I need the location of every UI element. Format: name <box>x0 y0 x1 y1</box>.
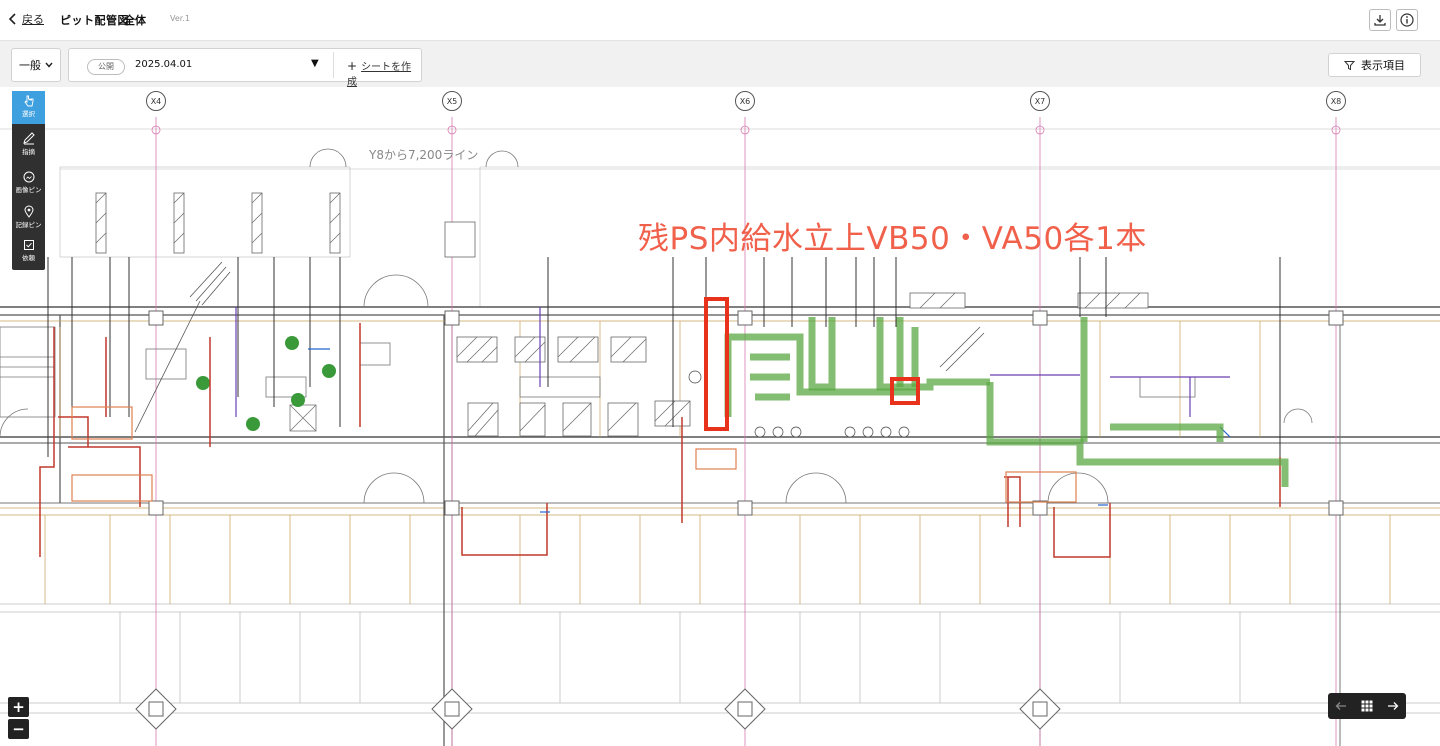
arrow-left-icon <box>1335 702 1346 710</box>
previous-sheet-button[interactable] <box>1328 693 1354 719</box>
download-button[interactable] <box>1369 9 1391 31</box>
sheet-selector[interactable]: 公開 2025.04.01 ▼ + シートを作成 <box>68 48 422 88</box>
sheet-dropdown-arrow-icon[interactable]: ▼ <box>311 58 319 69</box>
column-label-x6: X6 <box>735 91 755 111</box>
back-link[interactable]: 戻る <box>8 11 44 27</box>
info-button[interactable] <box>1396 9 1418 31</box>
tool-select[interactable]: 選択 <box>12 91 45 124</box>
category-label: 一般 <box>19 59 41 72</box>
tool-image-pin[interactable]: 画像ピン <box>12 167 45 200</box>
tool-request-label: 依頼 <box>22 254 35 262</box>
chevron-left-icon <box>8 13 16 25</box>
download-icon <box>1374 15 1386 26</box>
page-title-suffix: 全体 <box>124 14 146 27</box>
zoom-in-button[interactable]: + <box>8 697 29 717</box>
tool-record-pin-label: 記録ピン <box>15 221 42 229</box>
category-dropdown[interactable]: 一般 <box>11 48 61 82</box>
column-label-x7: X7 <box>1030 91 1050 111</box>
tool-record-pin[interactable]: 記録ピン <box>12 201 45 234</box>
structural-columns <box>135 310 1344 730</box>
filter-icon <box>1344 60 1355 70</box>
sheet-date: 2025.04.01 <box>135 59 193 70</box>
pipe-risers <box>47 257 1281 467</box>
next-sheet-button[interactable] <box>1380 693 1406 719</box>
image-pin-icon <box>23 171 34 183</box>
page-title: ピット配管図 <box>60 14 129 27</box>
drawing-canvas[interactable] <box>0 87 1440 746</box>
checkbox-icon <box>23 240 34 250</box>
door-arcs <box>0 148 1313 504</box>
tool-markup[interactable]: 指摘 <box>12 127 45 160</box>
sheet-status-badge: 公開 <box>87 59 125 75</box>
tool-palette: 選択 指摘 画像ピン 記録ピン 依頼 <box>12 91 45 270</box>
sheet-pager <box>1328 693 1406 719</box>
arrow-right-icon <box>1388 702 1399 710</box>
display-items-label: 表示項目 <box>1361 59 1405 72</box>
create-sheet-button[interactable]: + シートを作成 <box>347 58 421 88</box>
display-items-button[interactable]: 表示項目 <box>1328 53 1421 77</box>
app-header: 戻る ピット配管図 全体 Ver.1 <box>0 0 1440 41</box>
pen-icon <box>22 132 35 145</box>
green-pipe-bundle <box>724 317 1289 487</box>
tool-select-label: 選択 <box>22 110 35 118</box>
highlight-box <box>704 297 729 431</box>
location-pin-icon <box>23 205 34 218</box>
back-label: 戻る <box>22 13 44 26</box>
column-label-x5: X5 <box>442 91 462 111</box>
tool-image-pin-label: 画像ピン <box>15 186 42 194</box>
sheet-grid-button[interactable] <box>1354 693 1380 719</box>
tool-request[interactable]: 依頼 <box>12 235 45 268</box>
grid-icon <box>1361 700 1373 712</box>
divider <box>333 52 334 78</box>
pointer-icon <box>23 95 33 107</box>
info-icon <box>1400 13 1414 27</box>
plus-icon: + <box>347 59 358 73</box>
column-label-x8: X8 <box>1326 91 1346 111</box>
grid-line-label: Y8から7,200ライン <box>369 148 479 162</box>
red-pipes <box>39 323 1281 558</box>
version-label: Ver.1 <box>170 14 190 23</box>
column-label-x4: X4 <box>146 91 166 111</box>
chevron-down-icon <box>45 62 53 68</box>
markup-annotation[interactable]: 残PS内給水立上VB50・VA50各1本 <box>638 213 1147 258</box>
tool-markup-label: 指摘 <box>22 148 35 156</box>
zoom-out-button[interactable]: − <box>8 719 29 739</box>
